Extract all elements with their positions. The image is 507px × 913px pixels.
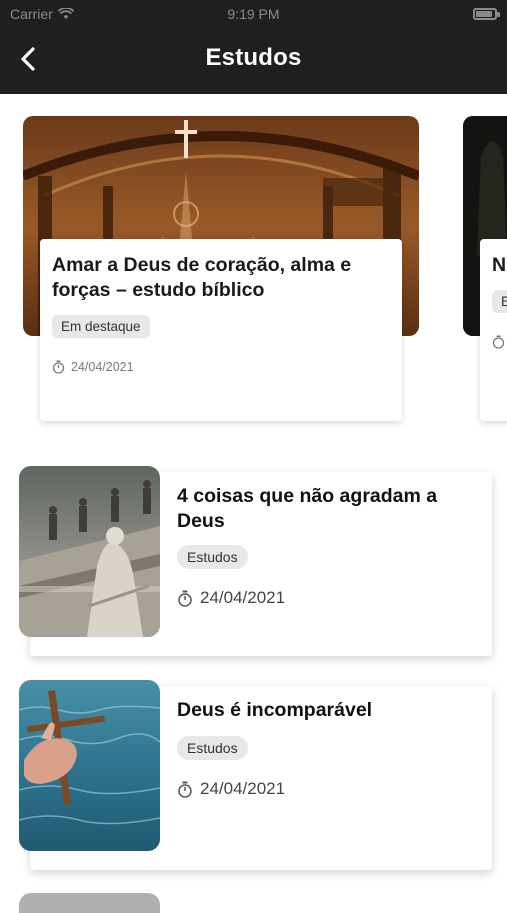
featured-title: Amar a Deus de coração, alma e forças – …: [52, 254, 352, 301]
article-thumbnail-hand-cross: [19, 680, 160, 851]
top-bar: Carrier 9:19 PM Estudos: [0, 0, 507, 94]
featured-card[interactable]: Amar a Deus de coração, alma e forças – …: [40, 239, 402, 421]
featured-title-partial: N m: [492, 254, 507, 276]
article-title: 4 coisas que não agradam a Deus: [177, 485, 438, 532]
article-date: 24/04/2021: [200, 588, 286, 607]
article-list-item[interactable]: Deus é incomparável Estudos 24/04/2021: [0, 680, 507, 880]
article-tag: Estudos: [177, 545, 248, 569]
status-bar: Carrier 9:19 PM: [0, 0, 507, 28]
featured-tag-partial: E: [492, 290, 507, 313]
article-thumbnail-statues: [19, 466, 160, 637]
clock: 9:19 PM: [227, 6, 280, 22]
featured-card-partial[interactable]: N m E: [480, 239, 507, 421]
battery-icon: [473, 8, 500, 20]
stopwatch-icon: [178, 781, 192, 798]
article-list-item[interactable]: 4 coisas que não agradam a Deus Estudos …: [0, 466, 507, 666]
article-body: Deus é incomparável Estudos 24/04/2021: [177, 698, 477, 799]
featured-carousel[interactable]: Amar a Deus de coração, alma e forças – …: [0, 94, 507, 434]
article-tag: Estudos: [177, 736, 248, 760]
stopwatch-icon: [492, 335, 505, 349]
stopwatch-icon: [178, 590, 192, 607]
article-date-row: 24/04/2021: [177, 779, 477, 799]
article-date-row: 24/04/2021: [177, 588, 477, 608]
article-title: Deus é incomparável: [177, 699, 373, 721]
article-body: 4 coisas que não agradam a Deus Estudos …: [177, 484, 477, 608]
article-date: 24/04/2021: [200, 779, 286, 798]
featured-date: 24/04/2021: [71, 360, 134, 374]
featured-date-row: 24/04/2021: [52, 360, 390, 374]
article-list-item-partial[interactable]: [19, 893, 160, 913]
page-title: Estudos: [205, 44, 302, 71]
stopwatch-icon: [52, 360, 65, 374]
featured-date-row-partial: [492, 335, 507, 349]
featured-tag: Em destaque: [52, 315, 150, 338]
